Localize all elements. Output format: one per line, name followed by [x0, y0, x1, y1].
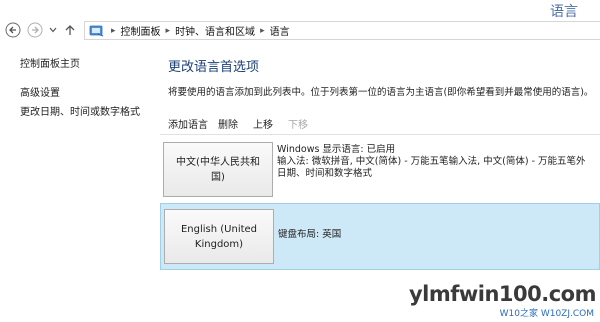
navigation-bar: ▸ 控制面板 ▸ 时钟、语言和区域 ▸ 语言 — [0, 20, 600, 42]
forward-button[interactable] — [25, 20, 45, 40]
page-title: 更改语言首选项 — [168, 60, 260, 75]
breadcrumb-separator: ▸ — [111, 25, 116, 36]
move-up-button[interactable]: 上移 — [253, 116, 273, 131]
control-panel-icon — [88, 23, 106, 39]
sidebar-item-change-date-time-format[interactable]: 更改日期、时间或数字格式 — [20, 103, 140, 118]
page-description: 将要使用的语言添加到此列表中。位于列表第一位的语言为主语言(即你希望看到并最常使… — [168, 87, 594, 98]
move-down-button: 下移 — [288, 120, 308, 131]
breadcrumb-separator: ▸ — [260, 25, 265, 36]
language-info-line: 输入法: 微软拼音, 中文(简体) - 万能五笔输入法, 中文(简体) - 万能… — [277, 156, 586, 167]
language-info-line: 键盘布局: 英国 — [278, 229, 342, 240]
left-pane: 控制面板主页 高级设置 更改日期、时间或数字格式 — [0, 42, 160, 322]
sidebar-item-control-panel-home[interactable]: 控制面板主页 — [20, 55, 80, 70]
title-bar: 语言 — [0, 0, 600, 20]
address-bar[interactable]: ▸ 控制面板 ▸ 时钟、语言和区域 ▸ 语言 — [84, 21, 600, 40]
language-info: 键盘布局: 英国 — [278, 229, 600, 241]
breadcrumb-control-panel[interactable]: 控制面板 — [121, 23, 161, 38]
language-info-line: Windows 显示语言: 已启用 — [277, 144, 396, 155]
up-button[interactable] — [62, 20, 78, 40]
language-info-line: 日期、时间和数字格式 — [277, 168, 373, 179]
delete-button[interactable]: 删除 — [218, 116, 238, 131]
language-tile[interactable]: 中文(中华人民共和国) — [163, 142, 273, 197]
main-pane: 更改语言首选项 将要使用的语言添加到此列表中。位于列表第一位的语言为主语言(即你… — [160, 42, 600, 322]
language-info: Windows 显示语言: 已启用 输入法: 微软拼音, 中文(简体) - 万能… — [277, 144, 600, 180]
forward-arrow-icon — [27, 22, 43, 38]
language-row-chinese[interactable]: 中文(中华人民共和国) Windows 显示语言: 已启用 输入法: 微软拼音,… — [160, 137, 600, 203]
back-arrow-icon — [5, 22, 21, 38]
language-row-english-uk[interactable]: English (United Kingdom) 键盘布局: 英国 — [160, 203, 600, 270]
back-button[interactable] — [3, 20, 23, 40]
breadcrumb-clock-language-region[interactable]: 时钟、语言和区域 — [175, 23, 255, 38]
up-arrow-icon — [65, 25, 75, 35]
watermark-subtext: W10之家 W10ZJ.COM — [499, 309, 594, 319]
sidebar-item-advanced-settings[interactable]: 高级设置 — [20, 84, 60, 99]
window-title: 语言 — [550, 4, 578, 20]
watermark-logo: ylmfwin100.com — [408, 282, 597, 306]
add-language-button[interactable]: 添加语言 — [168, 116, 208, 131]
language-tile[interactable]: English (United Kingdom) — [164, 209, 274, 264]
breadcrumb-separator: ▸ — [165, 25, 171, 36]
chevron-down-icon — [49, 27, 57, 33]
breadcrumb-language[interactable]: 语言 — [270, 23, 290, 38]
language-toolbar: 添加语言 删除 上移 下移 — [160, 110, 600, 135]
recent-locations-dropdown[interactable] — [47, 20, 59, 40]
